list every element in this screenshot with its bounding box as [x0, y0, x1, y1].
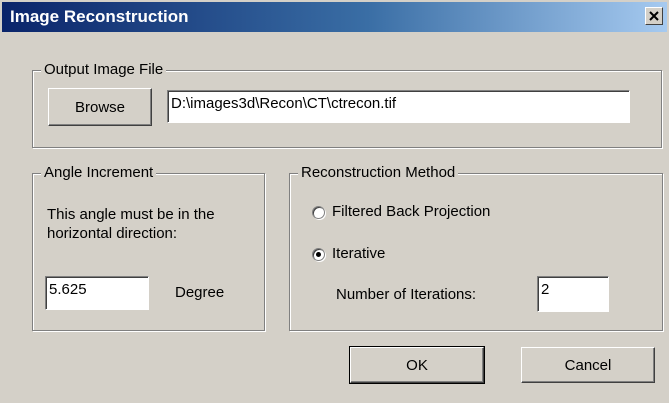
- radio-selected-icon: [316, 252, 321, 257]
- angle-description-line1: This angle must be in the: [47, 206, 215, 223]
- degree-unit-label: Degree: [175, 284, 225, 301]
- image-reconstruction-dialog: Image Reconstruction Output Image File B…: [0, 0, 669, 403]
- window-title: Image Reconstruction: [10, 7, 189, 26]
- output-image-file-legend: Output Image File: [41, 61, 167, 79]
- angle-value-input[interactable]: 5.625: [45, 276, 149, 310]
- iterative-label[interactable]: Iterative: [332, 245, 385, 263]
- filtered-back-projection-label[interactable]: Filtered Back Projection: [332, 203, 490, 221]
- close-button[interactable]: [645, 7, 663, 25]
- cancel-button[interactable]: Cancel: [521, 347, 655, 383]
- radio-iterative[interactable]: [312, 248, 325, 261]
- output-path-field[interactable]: D:\images3d\Recon\CT\ctrecon.tif: [167, 90, 630, 123]
- angle-increment-legend: Angle Increment: [41, 164, 157, 182]
- reconstruction-method-legend: Reconstruction Method: [298, 164, 459, 182]
- close-icon: [649, 11, 659, 21]
- browse-button[interactable]: Browse: [48, 88, 152, 126]
- radio-filtered-back-projection[interactable]: [312, 206, 325, 219]
- angle-description-line2: horizontal direction:: [47, 225, 178, 242]
- iterations-label: Number of Iterations:: [336, 286, 477, 303]
- ok-button[interactable]: OK: [349, 346, 485, 384]
- iterations-input[interactable]: 2: [537, 276, 609, 312]
- title-bar: Image Reconstruction: [2, 2, 667, 32]
